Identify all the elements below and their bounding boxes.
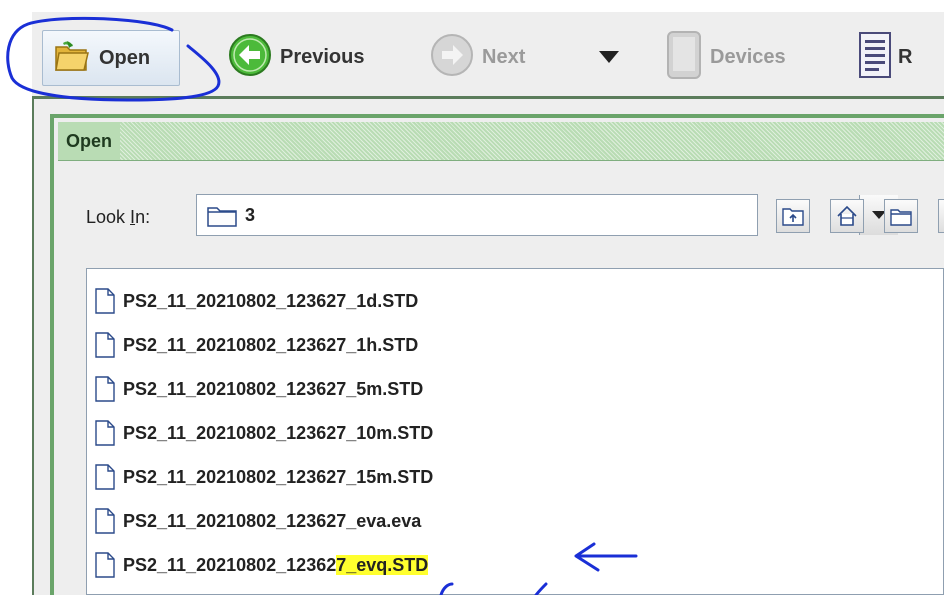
file-name: PS2_11_20210802_123627_10m.STD [123, 422, 434, 443]
dialog-title: Open [58, 122, 121, 160]
file-icon [95, 376, 115, 402]
previous-button-label: Previous [280, 45, 365, 68]
file-item[interactable]: PS2_11_20210802_123627_1h.STD [95, 326, 418, 364]
open-dialog: Open Look In: 3 PS2_11_20210802_123627_1… [50, 114, 944, 595]
arrow-right-circle-icon [430, 33, 474, 82]
previous-button[interactable]: Previous [228, 30, 364, 84]
highlighted-text: 7_evq.STD [336, 554, 429, 575]
home-icon [837, 205, 857, 226]
dialog-titlebar[interactable]: Open [58, 122, 944, 161]
file-name: PS2_11_20210802_123627_1d.STD [123, 290, 419, 311]
report-button[interactable]: R [858, 30, 912, 84]
report-document-icon [858, 31, 892, 84]
file-item[interactable]: PS2_11_20210802_123627_1d.STD [95, 282, 418, 320]
open-button-label: Open [99, 46, 151, 69]
look-in-combobox[interactable]: 3 [196, 194, 898, 236]
tablet-device-icon [666, 30, 702, 85]
file-icon [95, 332, 115, 358]
new-folder-button[interactable] [884, 199, 918, 233]
devices-button-label: Devices [710, 45, 786, 68]
folder-icon [207, 205, 237, 232]
up-folder-button[interactable] [776, 199, 810, 233]
file-name-part: PS2_11_20210802_12362 [123, 554, 337, 575]
next-button[interactable]: Next [430, 30, 525, 84]
file-icon [95, 508, 115, 534]
devices-button[interactable]: Devices [666, 30, 786, 84]
look-in-label-part: Look [86, 207, 131, 227]
file-icon [95, 552, 115, 578]
file-name: PS2_11_20210802_123627_evq.STD [123, 554, 429, 576]
up-folder-icon [782, 208, 804, 226]
file-name: PS2_11_20210802_123627_1h.STD [123, 334, 419, 355]
file-icon [95, 464, 115, 490]
look-in-label-part: n: [135, 207, 151, 227]
arrow-left-circle-icon [228, 33, 272, 82]
folder-open-icon [53, 39, 91, 78]
list-view-button[interactable] [938, 199, 944, 233]
file-item[interactable]: PS2_11_20210802_123627_5m.STD [95, 370, 423, 408]
next-button-label: Next [482, 45, 526, 68]
file-item-highlighted[interactable]: PS2_11_20210802_123627_evq.STD [95, 546, 429, 584]
file-item[interactable]: PS2_11_20210802_123627_10m.STD [95, 414, 433, 452]
file-name: PS2_11_20210802_123627_15m.STD [123, 466, 434, 487]
file-name: PS2_11_20210802_123627_eva.eva [123, 510, 422, 531]
look-in-label: Look In: [86, 207, 150, 228]
home-button[interactable] [830, 199, 864, 233]
report-button-label: R [898, 45, 913, 68]
file-item[interactable]: PS2_11_20210802_123627_15m.STD [95, 458, 433, 496]
triangle-down-icon[interactable] [598, 50, 620, 69]
open-button[interactable]: Open [42, 30, 180, 86]
file-icon [95, 420, 115, 446]
file-list[interactable]: PS2_11_20210802_123627_1d.STD PS2_11_202… [86, 268, 944, 595]
file-item[interactable]: PS2_11_20210802_123627_eva.eva [95, 502, 421, 540]
file-name: PS2_11_20210802_123627_5m.STD [123, 378, 424, 399]
look-in-value: 3 [245, 205, 256, 225]
new-folder-icon [890, 209, 912, 226]
toolbar: Open Previous Next Devices R [32, 12, 944, 104]
file-icon [95, 288, 115, 314]
